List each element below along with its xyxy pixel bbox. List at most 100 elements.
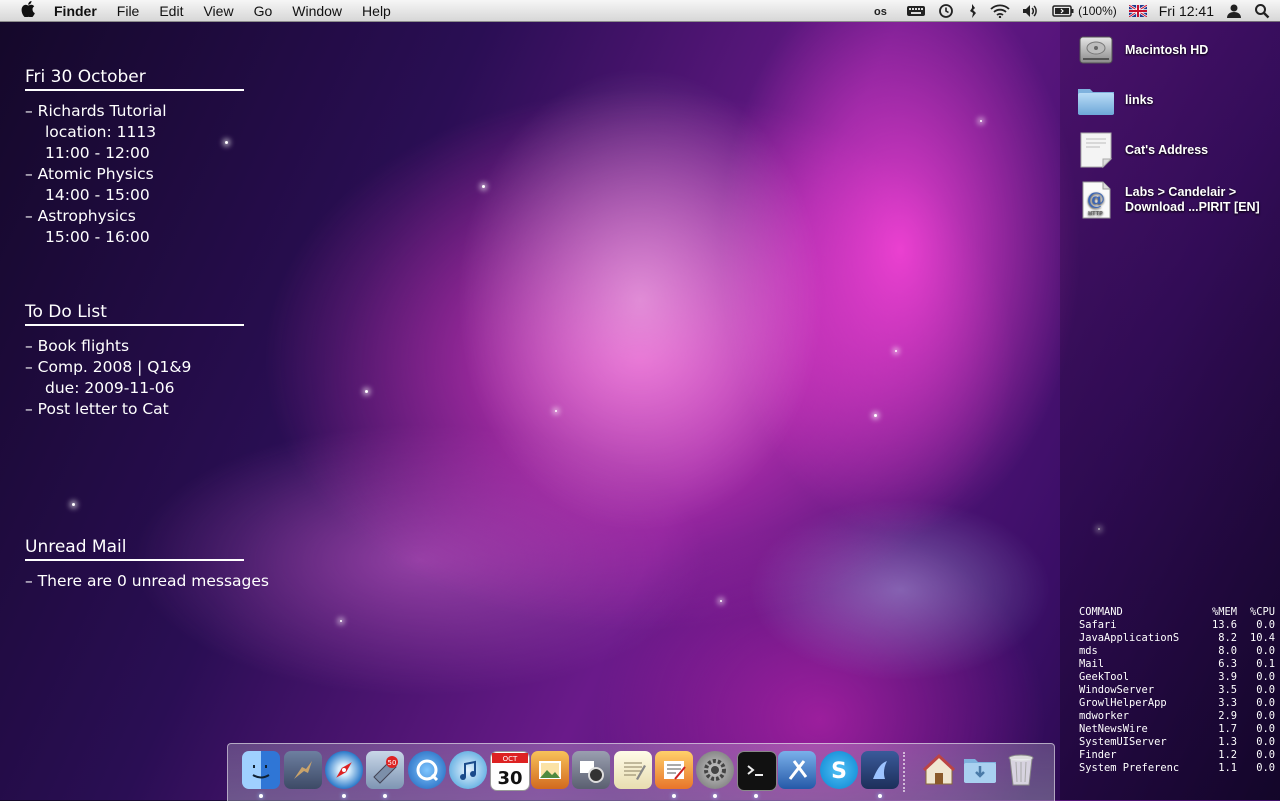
lastfm-icon[interactable]: os xyxy=(874,5,894,17)
process-mem: 1.1 xyxy=(1218,762,1237,774)
downloads-folder-icon[interactable] xyxy=(961,751,999,789)
menu-finder[interactable]: Finder xyxy=(54,3,97,19)
battery-percent: (100%) xyxy=(1078,3,1117,18)
keyboard-icon[interactable] xyxy=(906,5,926,17)
netnewswire-icon[interactable] xyxy=(655,751,693,789)
preview-bird-icon[interactable] xyxy=(284,751,322,789)
process-mem: 1.7 xyxy=(1218,723,1237,735)
desktop-item-macintosh-hd[interactable]: Macintosh HD xyxy=(1076,30,1208,70)
menu-file[interactable]: File xyxy=(117,3,140,19)
desktop-item-webloc[interactable]: @ HTTP Labs > Candelair > Download ...PIR… xyxy=(1076,180,1260,220)
user-icon[interactable] xyxy=(1226,3,1242,19)
process-command: SystemUIServer xyxy=(1079,736,1167,748)
menu-clock[interactable]: Fri 12:41 xyxy=(1159,3,1214,19)
calendar-line: 11:00 - 12:00 xyxy=(45,144,150,162)
home-folder-icon[interactable] xyxy=(920,751,958,789)
wifi-icon[interactable] xyxy=(990,4,1010,18)
menu-help[interactable]: Help xyxy=(362,3,391,19)
process-mem: 3.9 xyxy=(1218,671,1237,683)
ical-icon[interactable]: OCT 30 xyxy=(490,751,530,791)
process-command: System Preferenc xyxy=(1079,762,1180,774)
todo-line: due: 2009-11-06 xyxy=(45,379,175,397)
terminal-icon[interactable] xyxy=(737,751,777,791)
system-preferences-icon[interactable] xyxy=(696,751,734,789)
star xyxy=(340,620,342,622)
process-mem: 1.3 xyxy=(1218,736,1237,748)
process-header-row: COMMAND %MEM %CPU xyxy=(1079,606,1275,619)
webloc-icon: @ HTTP xyxy=(1076,180,1116,220)
star xyxy=(72,503,75,506)
calendar-line: – Astrophysics xyxy=(25,207,136,225)
svg-text:S: S xyxy=(831,759,847,784)
process-header: COMMAND xyxy=(1079,606,1123,618)
skype-icon[interactable]: S xyxy=(820,751,858,789)
star xyxy=(555,410,557,412)
process-row: Safari 13.6 0.0 xyxy=(1079,619,1275,632)
desktop-item-label: links xyxy=(1125,93,1154,107)
running-indicator xyxy=(713,794,717,798)
process-command: Mail xyxy=(1079,658,1105,670)
process-cpu: 0.0 xyxy=(1256,645,1275,657)
menu-edit[interactable]: Edit xyxy=(159,3,183,19)
menu-view[interactable]: View xyxy=(203,3,233,19)
mail-icon[interactable]: 50 xyxy=(366,751,404,789)
process-row: mds 8.0 0.0 xyxy=(1079,645,1275,658)
desktop-item-label-line: Labs > Candelair > xyxy=(1125,185,1237,199)
process-row: Mail 6.3 0.1 xyxy=(1079,658,1275,671)
quicktime-icon[interactable] xyxy=(408,751,446,789)
growl-icon[interactable] xyxy=(966,3,978,19)
photo-booth-icon[interactable] xyxy=(572,751,610,789)
calendar-line: location: 1113 xyxy=(45,123,157,141)
textedit-icon[interactable] xyxy=(614,751,652,789)
process-mem: 2.9 xyxy=(1218,710,1237,722)
desktop-item-cats-address[interactable]: Cat's Address xyxy=(1076,130,1208,170)
process-cpu: 0.0 xyxy=(1256,723,1275,735)
menu-window[interactable]: Window xyxy=(292,3,342,19)
calendar-line: – Richards Tutorial xyxy=(25,102,167,120)
desktop-item-label-line: Download ...PIRIT [EN] xyxy=(1125,200,1260,214)
desktop-item-label: Macintosh HD xyxy=(1125,43,1209,57)
running-indicator xyxy=(342,794,346,798)
spotlight-search-icon[interactable] xyxy=(1254,3,1270,19)
running-indicator xyxy=(383,794,387,798)
process-mem: 1.2 xyxy=(1218,749,1237,761)
desktop-item-links[interactable]: links xyxy=(1076,80,1154,120)
process-command: Finder xyxy=(1079,749,1117,761)
todo-line: – Book flights xyxy=(25,337,130,355)
xcode-icon[interactable] xyxy=(778,751,816,789)
svg-text:os: os xyxy=(874,6,887,17)
trash-icon[interactable] xyxy=(1002,751,1040,789)
process-command: WindowServer xyxy=(1079,684,1155,696)
todo-line: – Comp. 2008 | Q1&9 xyxy=(25,358,192,376)
process-cpu: 0.0 xyxy=(1256,697,1275,709)
process-cpu: 0.1 xyxy=(1256,658,1275,670)
time-machine-icon[interactable] xyxy=(938,3,954,19)
mail-title: Unread Mail xyxy=(25,537,244,561)
star xyxy=(720,600,722,602)
safari-icon[interactable] xyxy=(325,751,363,789)
desktop-item-label: Cat's Address xyxy=(1125,143,1209,157)
process-row: System Preferenc 1.1 0.0 xyxy=(1079,762,1275,775)
process-header: %CPU xyxy=(1249,606,1275,618)
calendar-panel: Fri 30 October – Richards Tutorial locat… xyxy=(25,67,244,248)
volume-icon[interactable] xyxy=(1022,4,1040,18)
menu-go[interactable]: Go xyxy=(254,3,273,19)
process-mem: 6.3 xyxy=(1218,658,1237,670)
itunes-icon[interactable] xyxy=(449,751,487,789)
process-row: GeekTool 3.9 0.0 xyxy=(1079,671,1275,684)
process-cpu: 0.0 xyxy=(1256,684,1275,696)
finder-icon[interactable] xyxy=(242,751,280,789)
folder-icon xyxy=(1076,80,1116,120)
dock-separator xyxy=(903,752,908,792)
iphoto-icon[interactable] xyxy=(531,751,569,789)
process-row: mdworker 2.9 0.0 xyxy=(1079,710,1275,723)
process-header: %MEM xyxy=(1211,606,1237,618)
battery-icon[interactable] xyxy=(1052,4,1074,17)
process-cpu: 0.0 xyxy=(1256,762,1275,774)
java-app-icon[interactable] xyxy=(861,751,899,789)
running-indicator xyxy=(878,794,882,798)
calendar-line: – Atomic Physics xyxy=(25,165,154,183)
apple-menu-icon[interactable] xyxy=(17,0,39,21)
uk-flag-icon[interactable] xyxy=(1128,4,1147,17)
process-command: JavaApplicationS xyxy=(1079,632,1180,644)
